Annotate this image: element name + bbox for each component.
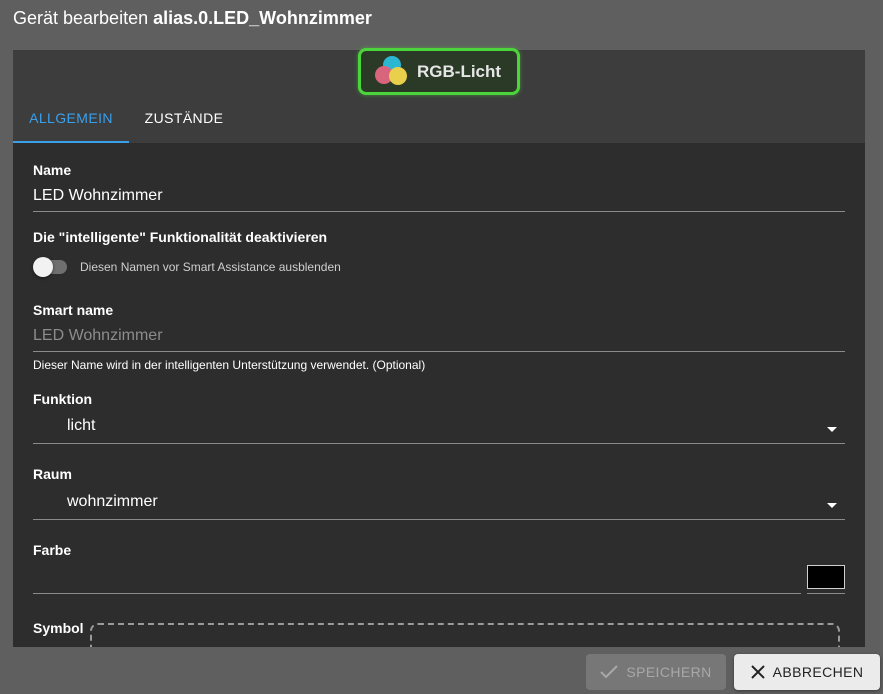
room-label: Raum bbox=[33, 466, 72, 482]
name-label: Name bbox=[33, 162, 72, 178]
save-button[interactable]: SPEICHERN bbox=[586, 654, 726, 690]
check-icon bbox=[600, 665, 619, 679]
dialog-title-prefix: Gerät bearbeiten bbox=[13, 8, 149, 28]
smart-toggle-label: Die "intelligente" Funktionalität deakti… bbox=[33, 229, 328, 245]
color-label: Farbe bbox=[33, 542, 72, 558]
symbol-label: Symbol bbox=[33, 620, 84, 636]
symbol-dropzone[interactable] bbox=[90, 623, 840, 647]
chevron-down-icon bbox=[827, 503, 837, 508]
close-icon bbox=[750, 665, 765, 679]
smart-name-input[interactable]: LED Wohnzimmer bbox=[33, 321, 845, 352]
cancel-button[interactable]: ABBRECHEN bbox=[734, 654, 880, 690]
dialog-title: Gerät bearbeiten alias.0.LED_Wohnzimmer bbox=[13, 6, 372, 30]
form-panel: Name LED Wohnzimmer Die "intelligente" F… bbox=[13, 143, 865, 647]
tab-states[interactable]: ZUSTÄNDE bbox=[129, 100, 239, 143]
device-type-badge[interactable]: RGB-Licht bbox=[358, 48, 520, 95]
smart-name-helper: Dieser Name wird in der intelligenten Un… bbox=[33, 358, 426, 372]
cancel-label: ABBRECHEN bbox=[772, 664, 864, 680]
save-label: SPEICHERN bbox=[626, 664, 712, 680]
device-header: RGB-Licht ALLGEMEIN ZUSTÄNDE bbox=[13, 48, 865, 143]
color-input[interactable] bbox=[33, 561, 801, 594]
tab-general[interactable]: ALLGEMEIN bbox=[13, 100, 129, 143]
color-swatch bbox=[807, 565, 845, 589]
function-label: Funktion bbox=[33, 391, 93, 407]
function-value: licht bbox=[67, 417, 96, 434]
smart-toggle-text: Diesen Namen vor Smart Assistance ausble… bbox=[80, 260, 341, 274]
color-picker[interactable] bbox=[807, 561, 845, 594]
dialog-title-id: alias.0.LED_Wohnzimmer bbox=[153, 8, 372, 28]
smart-toggle-switch[interactable] bbox=[33, 257, 69, 277]
room-value: wohnzimmer bbox=[67, 493, 158, 510]
room-select[interactable]: wohnzimmer bbox=[33, 487, 845, 520]
name-input[interactable]: LED Wohnzimmer bbox=[33, 181, 845, 212]
rgb-circles-icon bbox=[375, 55, 409, 89]
chevron-down-icon bbox=[827, 427, 837, 432]
device-type-label: RGB-Licht bbox=[417, 61, 502, 81]
smart-name-label: Smart name bbox=[33, 302, 114, 318]
function-select[interactable]: licht bbox=[33, 411, 845, 444]
